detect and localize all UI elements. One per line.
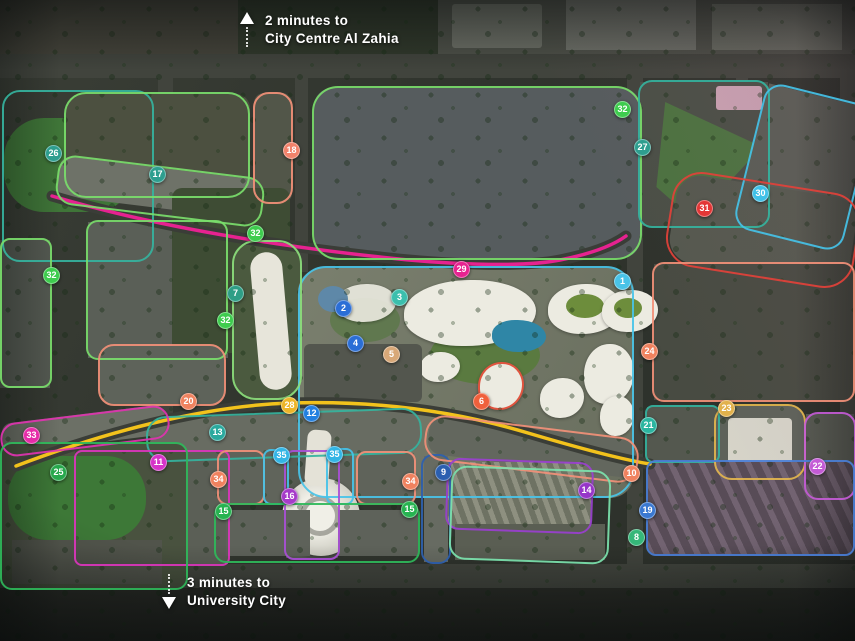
marker-26[interactable]: 26 <box>45 145 62 162</box>
backdrop-patch <box>647 407 718 461</box>
marker-25[interactable]: 25 <box>50 464 67 481</box>
marker-9[interactable]: 9 <box>435 464 452 481</box>
up-triangle-icon <box>240 12 254 24</box>
sports-field <box>8 456 146 540</box>
marker-19[interactable]: 19 <box>639 502 656 519</box>
backdrop-patch <box>12 540 162 584</box>
marker-15[interactable]: 15 <box>401 501 418 518</box>
marker-28[interactable]: 28 <box>281 397 298 414</box>
marker-8[interactable]: 8 <box>628 529 645 546</box>
backdrop-patch <box>448 462 591 530</box>
dotted-line <box>168 574 170 594</box>
marker-7[interactable]: 7 <box>227 285 244 302</box>
backdrop-patch <box>0 588 855 641</box>
direction-top-line1: 2 minutes to <box>265 12 399 30</box>
marker-29[interactable]: 29 <box>453 261 470 278</box>
backdrop-patch <box>314 88 640 258</box>
marker-11[interactable]: 11 <box>150 454 167 471</box>
marker-3[interactable]: 3 <box>391 289 408 306</box>
marker-23[interactable]: 23 <box>718 400 735 417</box>
canopy-garden <box>566 294 604 318</box>
marker-17[interactable]: 17 <box>149 166 166 183</box>
marker-31[interactable]: 31 <box>696 200 713 217</box>
marker-5[interactable]: 5 <box>383 346 400 363</box>
direction-top-line2: City Centre Al Zahia <box>265 30 399 48</box>
canopy-garden <box>614 298 642 318</box>
marker-13[interactable]: 13 <box>209 424 226 441</box>
marker-10[interactable]: 10 <box>623 465 640 482</box>
dotted-line <box>246 27 248 47</box>
marker-12[interactable]: 12 <box>303 405 320 422</box>
road-vertical <box>295 56 308 272</box>
backdrop-patch <box>0 0 238 54</box>
marker-18[interactable]: 18 <box>283 142 300 159</box>
marker-32[interactable]: 32 <box>614 101 631 118</box>
marker-32[interactable]: 32 <box>247 225 264 242</box>
backdrop-patch <box>654 264 855 400</box>
backdrop-patch <box>728 418 792 464</box>
parking-lot <box>304 344 422 402</box>
marker-6[interactable]: 6 <box>473 393 490 410</box>
direction-bottom-line2: University City <box>187 592 286 610</box>
marker-32[interactable]: 32 <box>217 312 234 329</box>
backdrop-patch <box>100 346 224 404</box>
marker-21[interactable]: 21 <box>640 417 657 434</box>
masterplan-map: 1234567891011121314151516171819202122232… <box>0 0 855 641</box>
direction-label-bottom: 3 minutes to University City <box>162 574 286 610</box>
marker-2[interactable]: 2 <box>335 300 352 317</box>
backdrop-patch <box>566 0 696 50</box>
marker-22[interactable]: 22 <box>809 458 826 475</box>
backdrop-patch <box>712 4 842 50</box>
backdrop-patch <box>452 4 542 48</box>
marker-30[interactable]: 30 <box>752 185 769 202</box>
marker-15[interactable]: 15 <box>215 503 232 520</box>
backdrop-patch <box>226 510 310 556</box>
marker-34[interactable]: 34 <box>210 471 227 488</box>
backdrop-patch <box>648 462 853 554</box>
marker-16[interactable]: 16 <box>281 488 298 505</box>
marker-32[interactable]: 32 <box>43 267 60 284</box>
backdrop-patch <box>716 86 762 110</box>
down-triangle-icon <box>162 597 176 609</box>
road-top <box>0 54 855 78</box>
marker-35[interactable]: 35 <box>326 446 343 463</box>
marker-1[interactable]: 1 <box>614 273 631 290</box>
backdrop-patch <box>0 240 50 388</box>
marker-20[interactable]: 20 <box>180 393 197 410</box>
marker-14[interactable]: 14 <box>578 482 595 499</box>
marker-33[interactable]: 33 <box>23 427 40 444</box>
marker-27[interactable]: 27 <box>634 139 651 156</box>
marker-4[interactable]: 4 <box>347 335 364 352</box>
park-pond <box>492 320 546 352</box>
marker-35[interactable]: 35 <box>273 447 290 464</box>
direction-label-top: 2 minutes to City Centre Al Zahia <box>240 12 399 48</box>
marker-24[interactable]: 24 <box>641 343 658 360</box>
marker-34[interactable]: 34 <box>402 473 419 490</box>
direction-bottom-line1: 3 minutes to <box>187 574 286 592</box>
backdrop-patch <box>455 524 605 560</box>
